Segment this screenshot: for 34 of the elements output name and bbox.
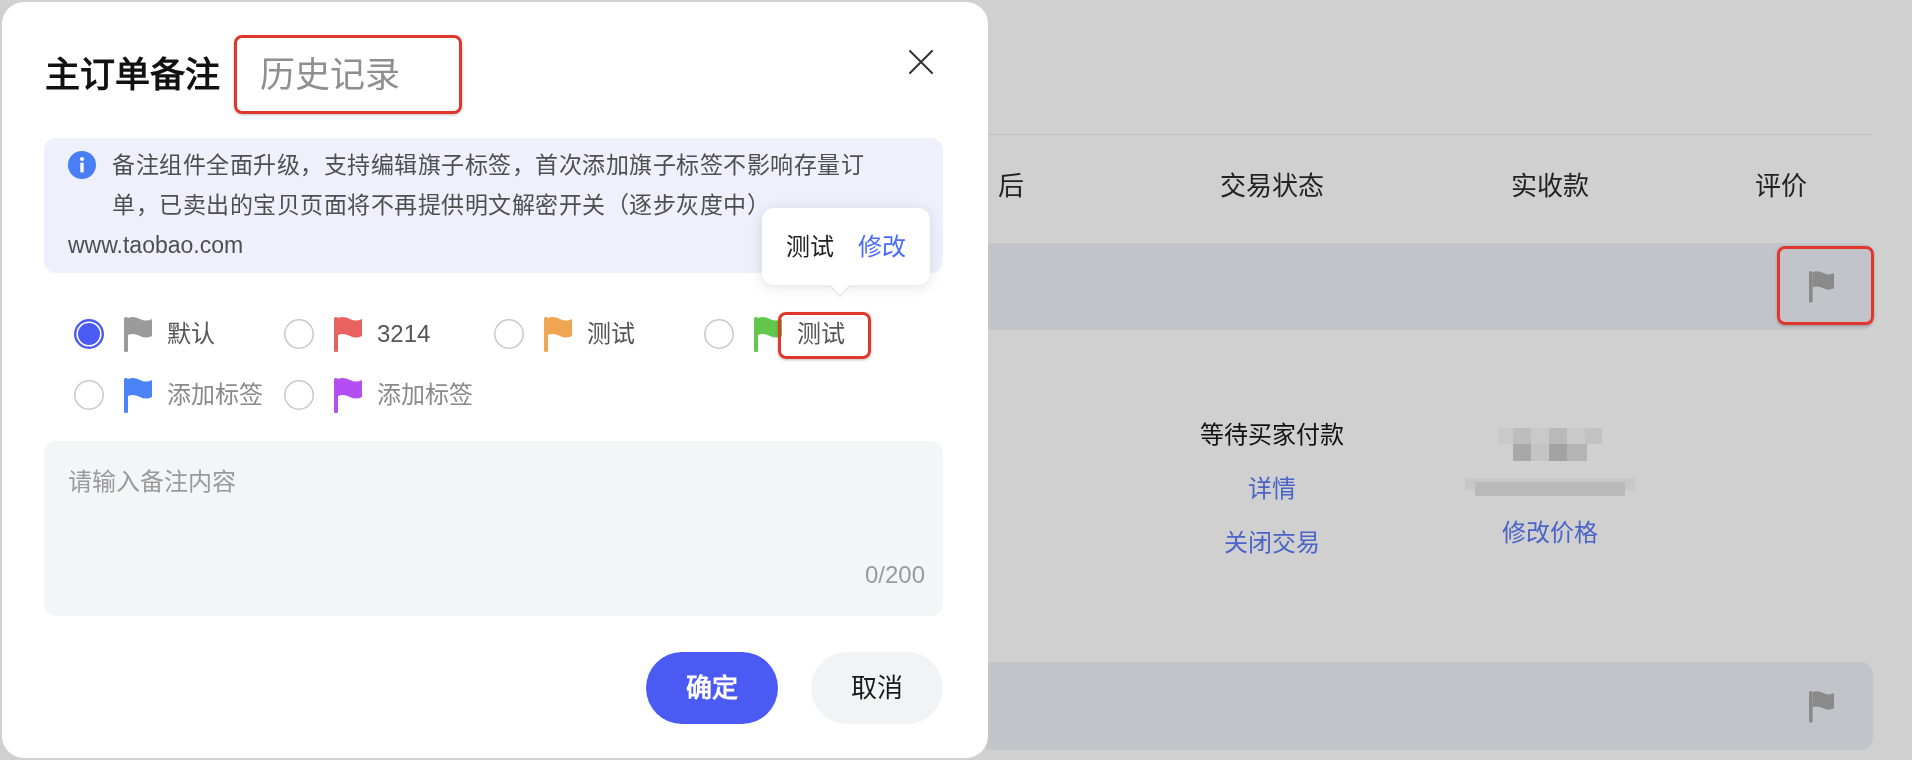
order-status: 等待买家付款 <box>1200 420 1344 450</box>
column-header: 实收款 <box>1511 171 1589 201</box>
tag-label: 添加标签 <box>167 380 263 410</box>
notice-text: 备注组件全面升级，支持编辑旗子标签，首次添加旗子标签不影响存量订单，已卖出的宝贝页面将不再提供明文解密开关（逐步灰度中） <box>112 151 865 220</box>
close-button[interactable] <box>909 50 933 74</box>
radio-button[interactable] <box>74 380 104 410</box>
tag-label: 默认 <box>167 319 215 349</box>
order-action-link[interactable]: 关闭交易 <box>1224 525 1320 561</box>
tooltip-text: 测试 <box>786 231 834 262</box>
flag-icon[interactable] <box>1809 270 1834 303</box>
column-header: 交易状态 <box>1220 171 1324 201</box>
radio-button[interactable] <box>704 319 734 349</box>
radio-button[interactable] <box>494 319 524 349</box>
character-count: 0/200 <box>864 560 925 590</box>
edit-link[interactable]: 修改 <box>858 228 906 265</box>
notice-url: www.taobao.com <box>68 231 244 260</box>
dialog-title: 主订单备注 <box>45 53 220 96</box>
column-header: 后 <box>998 171 1024 201</box>
edit-price-link[interactable]: 修改价格 <box>1502 515 1598 551</box>
flag-icon[interactable] <box>1809 689 1834 723</box>
history-tab[interactable]: 历史记录 <box>260 52 400 97</box>
radio-button[interactable] <box>74 319 104 349</box>
close-icon <box>909 50 933 74</box>
tag-label: 测试 <box>797 319 845 349</box>
radio-button[interactable] <box>284 380 314 410</box>
tag-label: 添加标签 <box>377 380 473 410</box>
order-action-link[interactable]: 详情 <box>1248 471 1296 507</box>
confirm-button[interactable]: 确定 <box>646 652 778 724</box>
radio-button[interactable] <box>284 319 314 349</box>
cancel-button[interactable]: 取消 <box>811 652 943 724</box>
info-icon <box>68 151 96 179</box>
tag-label: 3214 <box>377 319 431 349</box>
tag-label: 测试 <box>587 319 635 349</box>
column-header: 评价 <box>1755 171 1807 201</box>
